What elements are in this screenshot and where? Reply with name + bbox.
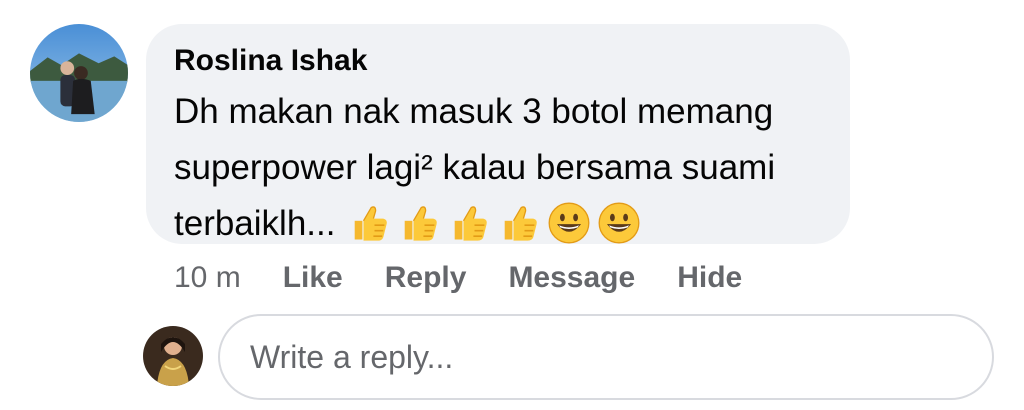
- avatar-photo-icon: [143, 326, 203, 386]
- comment-timestamp[interactable]: 10 m: [174, 261, 241, 295]
- comment-bubble: Roslina Ishak Dh makan nak masuk 3 botol…: [146, 24, 850, 244]
- current-user-avatar: [143, 326, 203, 386]
- thumbs-up-icon: [347, 201, 391, 245]
- comment-author[interactable]: Roslina Ishak: [174, 44, 826, 78]
- grinning-face-icon: [547, 201, 591, 245]
- like-button[interactable]: Like: [283, 261, 343, 295]
- reply-input[interactable]: [218, 314, 994, 400]
- thumbs-up-icon: [447, 201, 491, 245]
- avatar-photo-icon: [30, 24, 128, 122]
- grinning-face-icon: [597, 201, 641, 245]
- comment-body: Dh makan nak masuk 3 botol memang superp…: [174, 84, 826, 252]
- comment-actions: 10 m Like Reply Message Hide: [174, 258, 784, 298]
- thumbs-up-icon: [497, 201, 541, 245]
- message-button[interactable]: Message: [508, 261, 635, 295]
- commenter-avatar[interactable]: [30, 24, 128, 122]
- thumbs-up-icon: [397, 201, 441, 245]
- comment-thread: Roslina Ishak Dh makan nak masuk 3 botol…: [0, 0, 1024, 410]
- reply-button[interactable]: Reply: [385, 261, 467, 295]
- hide-button[interactable]: Hide: [677, 261, 742, 295]
- emoji-group: [347, 201, 641, 245]
